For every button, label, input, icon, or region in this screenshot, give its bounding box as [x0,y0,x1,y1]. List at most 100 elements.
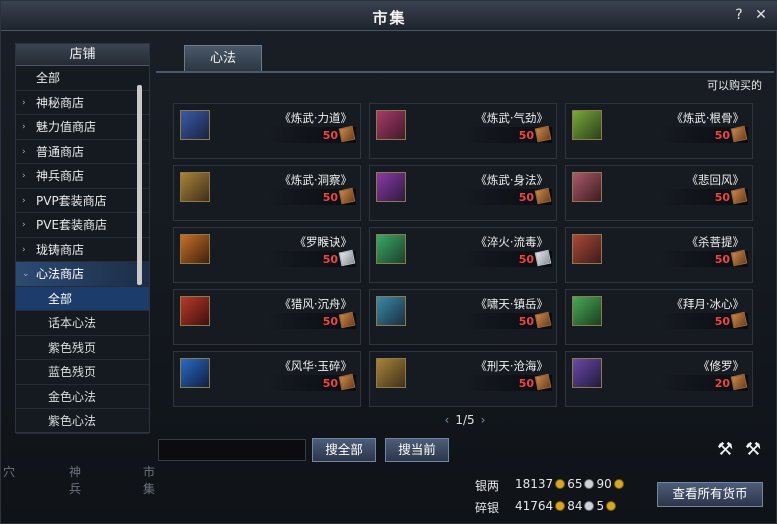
item-card[interactable]: 《猎风·沉舟》 50 [173,289,361,345]
item-price: 50 [518,129,534,142]
search-current-button[interactable]: 搜当前 [385,438,449,462]
copper-ticket-icon [534,125,552,143]
item-price: 50 [518,377,534,390]
item-name: 《炼武·根骨》 [671,111,744,125]
next-page-button[interactable]: › [481,413,486,427]
item-card[interactable]: 《炼武·力道》 50 [173,103,361,159]
prev-page-button[interactable]: ‹ [445,413,450,427]
item-name: 《拜月·冰心》 [671,297,744,311]
sidebar-subitem-3[interactable]: 蓝色残页 [16,360,149,385]
item-price: 50 [322,253,338,266]
chevron-icon: › [22,220,26,230]
sidebar-item-label: 珑铸商店 [36,242,85,257]
copper-ticket-icon [534,311,552,329]
item-card[interactable]: 《炼武·洞察》 50 [173,165,361,221]
silver-gold: 18137 [515,477,554,491]
copper-ticket-icon [730,249,748,267]
copper-coin-icon [613,479,624,489]
buyable-filter-label[interactable]: 可以购买的 [707,77,762,93]
item-price: 50 [322,377,338,390]
item-card[interactable]: 《刑天·沧海》 50 [369,351,557,407]
sidebar-item-7[interactable]: › 珑铸商店 [16,238,149,262]
scrap-amount: 41764 84 5 [515,499,618,513]
silver-row: 银两 18137 65 90 [475,477,624,494]
sidebar-item-8[interactable]: ⌄ 心法商店 [16,262,149,287]
scrap-silver: 84 [567,499,583,513]
sidebar-subitem-5[interactable]: 紫色心法 [16,409,149,434]
item-name: 《炼武·身法》 [475,173,548,187]
item-icon [180,234,210,264]
sidebar-scrollbar[interactable] [137,85,142,285]
tab-xinfa[interactable]: 心法 [184,45,262,71]
item-icon [180,358,210,388]
copper-ticket-icon [338,125,356,143]
chevron-icon: › [22,146,26,157]
sidebar-item-1[interactable]: › 神秘商店 [16,91,149,115]
item-card[interactable]: 《修罗》 20 [565,351,753,407]
silver-coin-icon [584,479,595,489]
item-card[interactable]: 《炼武·根骨》 50 [565,103,753,159]
sidebar-item-2[interactable]: › 魅力值商店 [16,115,149,140]
hammer-icon[interactable]: ⚒ [717,441,735,459]
copper-coin-icon [606,501,617,511]
sidebar-subitem-2[interactable]: 紫色残页 [16,336,149,360]
item-icon [376,296,406,326]
item-name: 《啸天·镇岳》 [475,297,548,311]
sidebar-item-3[interactable]: › 普通商店 [16,140,149,164]
help-button[interactable]: ? [730,6,748,24]
sidebar-item-label: 全部 [36,71,61,85]
copper-ticket-icon [730,187,748,205]
sidebar-subitem-0[interactable]: 全部 [16,286,149,311]
copper-ticket-icon [730,125,748,143]
view-all-currency-button[interactable]: 查看所有货币 [657,482,763,507]
item-card[interactable]: 《罗睺诀》 50 [173,227,361,283]
item-card[interactable]: 《炼武·身法》 50 [369,165,557,221]
item-card[interactable]: 《淬火·流毒》 50 [369,227,557,283]
item-card[interactable]: 《风华·玉碎》 50 [173,351,361,407]
sidebar-item-6[interactable]: › PVE套装商店 [16,213,149,238]
item-name: 《悲回风》 [686,173,745,187]
search-input[interactable] [158,439,306,461]
copper-ticket-icon [730,373,748,391]
item-price: 50 [714,315,730,328]
item-icon [180,172,210,202]
item-card[interactable]: 《啸天·镇岳》 50 [369,289,557,345]
close-button[interactable]: ✕ [752,6,770,24]
item-icon [180,110,210,140]
sidebar-item-label: 心法商店 [36,267,85,281]
sidebar-item-label: 普通商店 [36,144,85,159]
sidebar-item-label: PVP套装商店 [36,193,107,208]
item-card[interactable]: 《拜月·冰心》 50 [565,289,753,345]
item-price: 50 [714,253,730,266]
shop-sidebar: 店铺 全部 › 神秘商店 › 魅力值商店 › 普通商店 › 神兵商店 › PVP套装商店 › PVE套装… [15,43,150,434]
copper-ticket-icon [534,187,552,205]
item-price: 50 [518,253,534,266]
copper-ticket-icon [338,187,356,205]
sidebar-header: 店铺 [16,44,149,66]
sidebar-subitem-4[interactable]: 金色心法 [16,385,149,409]
item-icon [180,296,210,326]
chevron-icon: › [22,97,26,108]
silver-ticket-icon [534,249,552,267]
item-price: 50 [518,315,534,328]
item-icon [376,234,406,264]
gold-coin-icon [555,479,566,489]
copper-ticket-icon [338,373,356,391]
scrap-row: 碎银 41764 84 5 [475,499,617,516]
item-card[interactable]: 《杀菩提》 50 [565,227,753,283]
sidebar-item-5[interactable]: › PVP套装商店 [16,189,149,213]
search-all-button[interactable]: 搜全部 [312,438,376,462]
sidebar-item-0[interactable]: 全部 [16,66,149,91]
silver-coin-icon [584,501,595,511]
sidebar-subitem-1[interactable]: 话本心法 [16,311,149,336]
item-price: 50 [714,129,730,142]
hammer-plus-icon[interactable]: ⚒ [745,441,763,459]
copper-ticket-icon [534,373,552,391]
item-icon [572,172,602,202]
scrap-gold: 41764 [515,499,554,513]
item-card[interactable]: 《炼武·气劲》 50 [369,103,557,159]
scrap-copper: 5 [596,499,605,513]
item-card[interactable]: 《悲回风》 50 [565,165,753,221]
sidebar-item-4[interactable]: › 神兵商店 [16,164,149,189]
copper-ticket-icon [338,311,356,329]
